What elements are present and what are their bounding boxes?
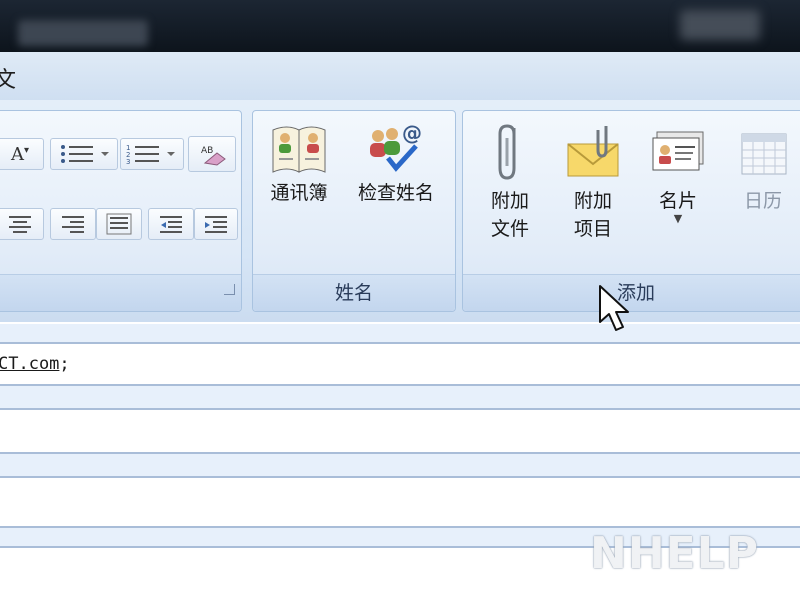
dropdown-arrow-icon[interactable]: ▼ <box>674 212 682 225</box>
justify-icon <box>106 213 132 235</box>
shrink-font-button[interactable]: A▾ <box>0 138 44 170</box>
paperclip-icon <box>498 124 516 180</box>
decrease-indent-icon <box>160 216 182 233</box>
numbering-button[interactable]: 1 2 3 <box>120 138 184 170</box>
align-right-button[interactable] <box>50 208 96 240</box>
business-card-button[interactable]: 名片 ▼ <box>640 120 716 225</box>
to-field[interactable] <box>0 344 800 384</box>
address-book-icon <box>272 126 326 173</box>
align-right-icon <box>62 216 84 233</box>
calendar-icon <box>741 133 787 175</box>
attach-item-label-1: 附加 <box>573 190 612 212</box>
cc-field[interactable] <box>0 410 800 452</box>
attach-item-button[interactable]: 附加 项目 <box>556 120 630 244</box>
dialog-launcher-icon[interactable] <box>224 284 235 295</box>
svg-text:AB: AB <box>201 146 213 156</box>
font-size-icon: A▾ <box>10 143 30 165</box>
attach-file-label-2: 文件 <box>490 218 529 240</box>
numbered-list-icon: 1 2 3 <box>126 144 175 165</box>
justify-button[interactable] <box>96 208 142 240</box>
check-names-button[interactable]: @ 检查姓名 <box>346 118 446 208</box>
title-bar <box>0 52 800 101</box>
align-center-button[interactable] <box>0 208 44 240</box>
bullet-list-icon <box>61 145 109 163</box>
to-field-value: CT.com; <box>0 354 70 374</box>
window-title: 文 <box>0 68 17 93</box>
check-names-icon: @ <box>370 121 422 172</box>
check-names-label: 检查姓名 <box>357 182 434 204</box>
increase-indent-icon <box>205 216 227 233</box>
watermark: NHELP <box>590 528 759 579</box>
blurred-controls-area <box>680 10 760 40</box>
align-center-icon <box>9 216 31 233</box>
clear-formatting-button[interactable]: AB <box>188 136 236 172</box>
subject-field[interactable] <box>0 478 800 526</box>
attach-file-button[interactable]: 附加 文件 <box>474 120 546 244</box>
business-card-icon <box>652 131 704 171</box>
mouse-cursor-icon <box>599 285 629 331</box>
bullets-button[interactable] <box>50 138 118 170</box>
envelope-paperclip-icon <box>567 126 619 177</box>
calendar-label: 日历 <box>743 190 782 212</box>
address-book-button[interactable]: 通讯簿 <box>258 118 340 208</box>
decrease-indent-button[interactable] <box>148 208 194 240</box>
recipient-address[interactable]: CT.com <box>0 354 59 374</box>
svg-text:3: 3 <box>126 158 130 165</box>
attach-file-label-1: 附加 <box>490 190 529 212</box>
window-chrome-top <box>0 0 800 52</box>
svg-text:@: @ <box>402 121 422 145</box>
eraser-icon: AB <box>201 146 226 166</box>
address-book-label: 通讯簿 <box>270 182 328 204</box>
blurred-title-area <box>18 20 148 46</box>
calendar-button[interactable]: 日历 <box>726 120 800 216</box>
names-group-label: 姓名 <box>334 282 373 304</box>
attach-item-label-2: 项目 <box>573 218 612 240</box>
increase-indent-button[interactable] <box>194 208 238 240</box>
